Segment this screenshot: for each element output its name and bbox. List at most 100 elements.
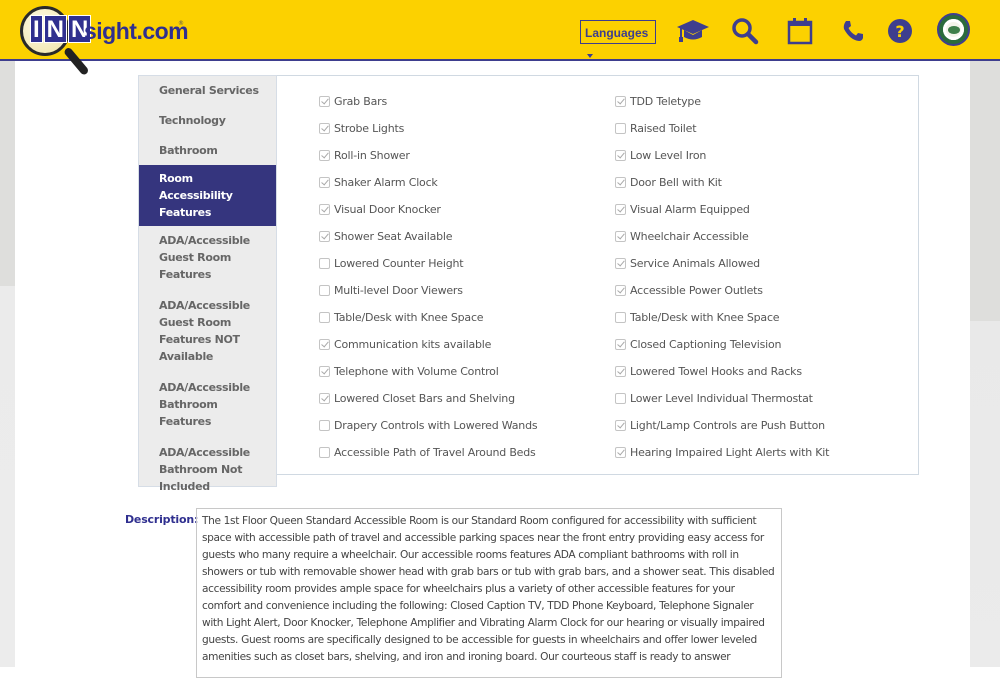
feature-item-door-bell-with-kit[interactable]: Door Bell with Kit bbox=[615, 169, 829, 196]
feature-item-wheelchair-accessible[interactable]: Wheelchair Accessible bbox=[615, 223, 829, 250]
feature-checkbox[interactable] bbox=[319, 96, 330, 107]
nav-bathroom[interactable]: Bathroom bbox=[139, 137, 276, 164]
feature-checkbox[interactable] bbox=[615, 96, 626, 107]
feature-item-shaker-alarm-clock[interactable]: Shaker Alarm Clock bbox=[319, 169, 537, 196]
feature-checkbox[interactable] bbox=[319, 366, 330, 377]
description-textbox[interactable]: The 1st Floor Queen Standard Accessible … bbox=[196, 508, 782, 678]
feature-label: Accessible Power Outlets bbox=[630, 284, 763, 297]
nav-general-services[interactable]: General Services bbox=[139, 76, 276, 104]
logo-text: sight.com bbox=[84, 18, 189, 44]
feature-checkbox[interactable] bbox=[615, 420, 626, 431]
feature-label: Multi-level Door Viewers bbox=[334, 284, 463, 297]
feature-checkbox[interactable] bbox=[615, 285, 626, 296]
feature-item-raised-toilet[interactable]: Raised Toilet bbox=[615, 115, 829, 142]
nav-technology[interactable]: Technology bbox=[139, 107, 276, 134]
feature-label: Lowered Closet Bars and Shelving bbox=[334, 392, 515, 405]
feature-item-communication-kits-available[interactable]: Communication kits available bbox=[319, 331, 537, 358]
seal-logo-icon[interactable] bbox=[937, 13, 970, 46]
graduation-cap-icon[interactable] bbox=[676, 14, 710, 48]
feature-checkbox[interactable] bbox=[319, 150, 330, 161]
feature-checkbox[interactable] bbox=[615, 258, 626, 269]
feature-checkbox[interactable] bbox=[615, 204, 626, 215]
feature-label: Lowered Counter Height bbox=[334, 257, 464, 270]
feature-checkbox[interactable] bbox=[615, 123, 626, 134]
feature-label: Hearing Impaired Light Alerts with Kit bbox=[630, 446, 830, 459]
search-icon[interactable] bbox=[728, 14, 762, 48]
feature-checkbox[interactable] bbox=[319, 420, 330, 431]
feature-checkbox[interactable] bbox=[319, 312, 330, 323]
svg-text:?: ? bbox=[895, 22, 904, 41]
feature-checkbox[interactable] bbox=[319, 285, 330, 296]
feature-item-table-desk-with-knee-space[interactable]: Table/Desk with Knee Space bbox=[319, 304, 537, 331]
feature-label: Low Level Iron bbox=[630, 149, 707, 162]
feature-item-accessible-path-of-travel-around-beds[interactable]: Accessible Path of Travel Around Beds bbox=[319, 439, 537, 466]
feature-item-lowered-counter-height[interactable]: Lowered Counter Height bbox=[319, 250, 537, 277]
feature-label: Light/Lamp Controls are Push Button bbox=[630, 419, 825, 432]
amenity-category-nav: General Services Technology Bathroom Roo… bbox=[138, 75, 277, 493]
seal-emblem bbox=[948, 26, 960, 34]
feature-item-light-lamp-controls-are-push-button[interactable]: Light/Lamp Controls are Push Button bbox=[615, 412, 829, 439]
feature-checkbox[interactable] bbox=[319, 231, 330, 242]
feature-checkbox[interactable] bbox=[615, 339, 626, 350]
nav-ada-guest-room-features[interactable]: ADA/Accessible Guest Room Features bbox=[139, 227, 276, 288]
feature-item-grab-bars[interactable]: Grab Bars bbox=[319, 88, 537, 115]
nav-ada-bathroom-not-included[interactable]: ADA/Accessible Bathroom Not Included bbox=[139, 439, 276, 500]
feature-checkbox[interactable] bbox=[319, 123, 330, 134]
feature-item-hearing-impaired-light-alerts-with-kit[interactable]: Hearing Impaired Light Alerts with Kit bbox=[615, 439, 829, 466]
feature-checkbox[interactable] bbox=[615, 312, 626, 323]
feature-item-accessible-power-outlets[interactable]: Accessible Power Outlets bbox=[615, 277, 829, 304]
feature-checkbox[interactable] bbox=[615, 231, 626, 242]
nav-ada-bathroom-features[interactable]: ADA/Accessible Bathroom Features bbox=[139, 374, 276, 435]
feature-label: Drapery Controls with Lowered Wands bbox=[334, 419, 538, 432]
feature-checkbox[interactable] bbox=[319, 447, 330, 458]
feature-checkbox[interactable] bbox=[319, 339, 330, 350]
nav-room-accessibility-features[interactable]: Room Accessibility Features bbox=[139, 165, 276, 226]
feature-checkbox[interactable] bbox=[319, 393, 330, 404]
logo-trademark: ® bbox=[178, 20, 184, 27]
feature-checkbox[interactable] bbox=[615, 447, 626, 458]
feature-label: Strobe Lights bbox=[334, 122, 405, 135]
calendar-icon[interactable] bbox=[783, 14, 817, 48]
feature-item-visual-alarm-equipped[interactable]: Visual Alarm Equipped bbox=[615, 196, 829, 223]
feature-item-telephone-with-volume-control[interactable]: Telephone with Volume Control bbox=[319, 358, 537, 385]
feature-label: Shower Seat Available bbox=[334, 230, 453, 243]
logo-letter: N bbox=[43, 15, 68, 43]
feature-label: Lowered Towel Hooks and Racks bbox=[630, 365, 802, 378]
feature-item-drapery-controls-with-lowered-wands[interactable]: Drapery Controls with Lowered Wands bbox=[319, 412, 538, 439]
feature-label: Lower Level Individual Thermostat bbox=[630, 392, 813, 405]
feature-checkbox[interactable] bbox=[615, 150, 626, 161]
feature-item-lower-level-individual-thermostat[interactable]: Lower Level Individual Thermostat bbox=[615, 385, 829, 412]
feature-label: Grab Bars bbox=[334, 95, 388, 108]
feature-item-lowered-towel-hooks-and-racks[interactable]: Lowered Towel Hooks and Racks bbox=[615, 358, 829, 385]
feature-label: Communication kits available bbox=[334, 338, 492, 351]
feature-checkbox[interactable] bbox=[615, 393, 626, 404]
feature-item-service-animals-allowed[interactable]: Service Animals Allowed bbox=[615, 250, 829, 277]
feature-item-tdd-teletype[interactable]: TDD Teletype bbox=[615, 88, 829, 115]
feature-label: Visual Door Knocker bbox=[334, 203, 441, 216]
feature-label: Visual Alarm Equipped bbox=[630, 203, 750, 216]
site-header: I N N sight.com ® Languages ? bbox=[0, 0, 1000, 77]
feature-checkbox[interactable] bbox=[319, 258, 330, 269]
phone-icon[interactable] bbox=[836, 14, 870, 48]
feature-item-multi-level-door-viewers[interactable]: Multi-level Door Viewers bbox=[319, 277, 537, 304]
feature-item-strobe-lights[interactable]: Strobe Lights bbox=[319, 115, 537, 142]
feature-item-roll-in-shower[interactable]: Roll-in Shower bbox=[319, 142, 537, 169]
help-icon[interactable]: ? bbox=[883, 14, 917, 48]
feature-item-table-desk-with-knee-space[interactable]: Table/Desk with Knee Space bbox=[615, 304, 829, 331]
innsight-logo[interactable]: I N N sight.com ® bbox=[18, 6, 189, 77]
feature-checkbox[interactable] bbox=[615, 177, 626, 188]
feature-label: Shaker Alarm Clock bbox=[334, 176, 438, 189]
room-accessibility-features-panel: Grab Bars Strobe Lights Roll-in Shower Shak… bbox=[277, 75, 919, 475]
feature-item-low-level-iron[interactable]: Low Level Iron bbox=[615, 142, 829, 169]
nav-ada-guest-room-features-not-available[interactable]: ADA/Accessible Guest Room Features NOT A… bbox=[139, 292, 276, 370]
feature-checkbox[interactable] bbox=[319, 204, 330, 215]
features-column-right: TDD Teletype Raised Toilet Low Level Iron D… bbox=[615, 88, 829, 466]
feature-label: Wheelchair Accessible bbox=[630, 230, 749, 243]
feature-checkbox[interactable] bbox=[319, 177, 330, 188]
feature-item-lowered-closet-bars-and-shelving[interactable]: Lowered Closet Bars and Shelving bbox=[319, 385, 537, 412]
languages-dropdown[interactable]: Languages bbox=[580, 20, 656, 58]
feature-checkbox[interactable] bbox=[615, 366, 626, 377]
feature-item-shower-seat-available[interactable]: Shower Seat Available bbox=[319, 223, 537, 250]
feature-item-visual-door-knocker[interactable]: Visual Door Knocker bbox=[319, 196, 537, 223]
feature-item-closed-captioning-television[interactable]: Closed Captioning Television bbox=[615, 331, 829, 358]
